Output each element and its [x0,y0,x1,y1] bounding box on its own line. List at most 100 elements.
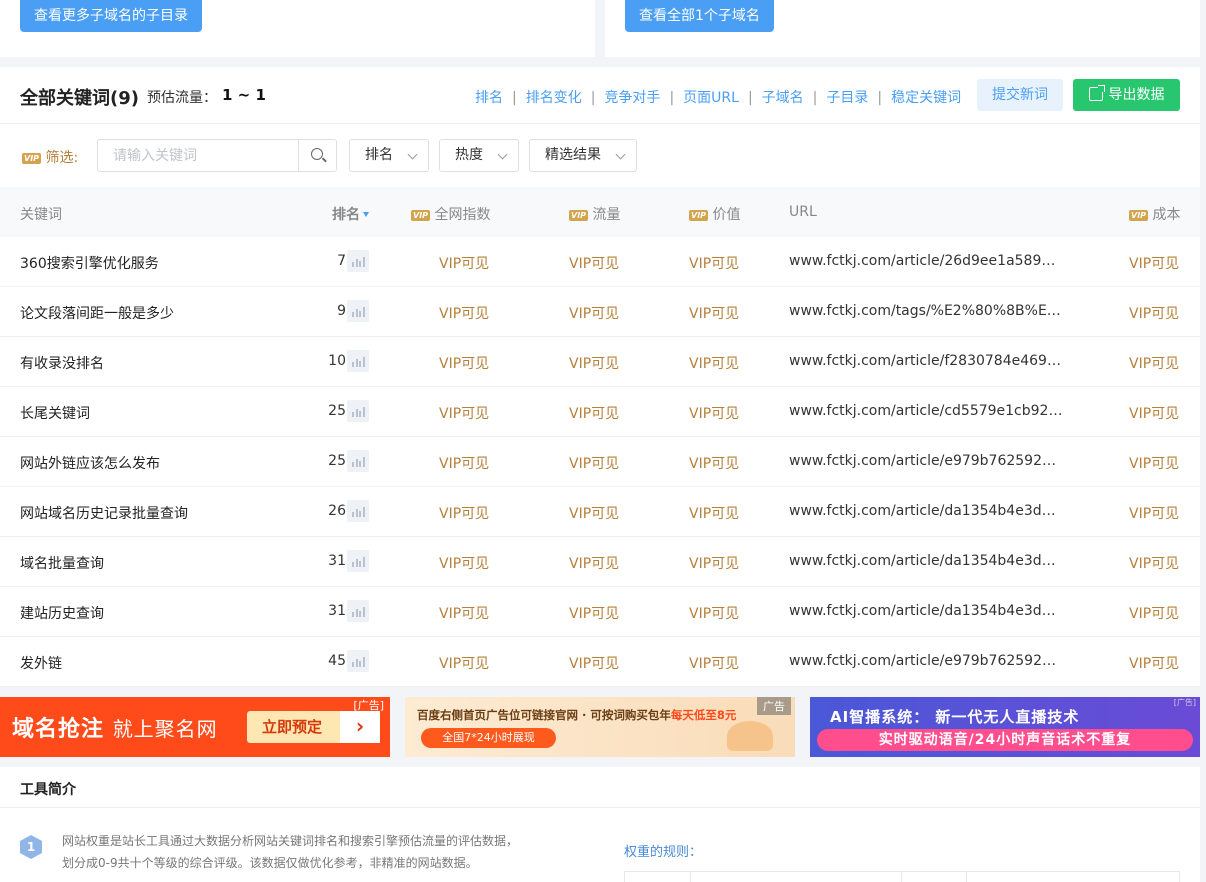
search-button[interactable] [298,140,336,171]
sort-link-page-url[interactable]: 页面URL [683,90,739,106]
url-cell[interactable]: www.fctkj.com/article/da1354b4e3da7... [789,553,1064,569]
sort-link-competitors[interactable]: 竞争对手 [604,90,660,106]
col-rank-label: 排名 [332,207,360,223]
intro-line-2: 划分成0-9共十个等级的综合评级。该数据仅做优化参考，非精准的网站数据。 [62,856,478,870]
keywords-table: 关键词 排名 VIP 全网指数 VIP 流量 VIP 价值 URL VIP 成本… [0,187,1200,687]
ad-pill: 实时驱动语音/24小时声音话术不重复 [817,729,1193,751]
heat-dropdown[interactable]: 热度 [439,139,519,172]
intro-header: 工具简介 [0,767,1200,808]
ad-cta-button[interactable]: 立即预定 [247,711,380,743]
rank-trend-chart-icon[interactable] [347,250,369,272]
url-cell[interactable]: www.fctkj.com/article/f2830784e4697... [789,353,1064,369]
sort-desc-icon [363,212,369,217]
sort-link-rank-change[interactable]: 排名变化 [526,90,582,106]
trend-bar [355,359,358,367]
url-cell[interactable]: www.fctkj.com/article/da1354b4e3da7... [789,603,1064,619]
keywords-header: 全部关键词(9) 预估流量： 1 ~ 1 排名 | 排名变化 | 竞争对手 | 页面URL |… [0,67,1200,124]
rank-trend-chart-icon[interactable] [347,350,369,372]
submit-new-keyword-button[interactable]: 提交新词 [977,79,1063,111]
col-keyword: 关键词 [20,207,62,223]
col-rank[interactable]: 排名 [332,204,369,224]
trend-bar [352,312,354,317]
view-more-subdirs-button[interactable]: 查看更多子域名的子目录 [20,0,202,32]
rank-trend-chart-icon[interactable] [347,400,369,422]
rank-trend-chart-icon[interactable] [347,500,369,522]
table-row: 域名批量查询 31 VIP可见 VIP可见 VIP可见 www.fctkj.com/art… [0,537,1200,587]
rank-cell: 9 [337,303,346,319]
sort-link-subdir[interactable]: 子目录 [826,90,868,106]
trend-bar [362,257,365,267]
sort-link-stable[interactable]: 稳定关键词 [891,90,961,106]
trend-bar [359,611,361,617]
url-cell[interactable]: www.fctkj.com/article/26d9ee1a58908... [789,253,1064,269]
trend-bar [352,612,354,617]
filter-row: VIP 筛选: 排名 热度 精选结果 [0,124,1200,187]
ad-baidu-position[interactable]: 百度右侧首页广告位可链接官网 · 可按词购买包年每天低至8元 全国7*24小时展… [405,697,795,757]
featured-dropdown[interactable]: 精选结果 [529,139,637,172]
export-data-button[interactable]: 导出数据 [1073,79,1180,111]
index-cell: VIP可见 [439,656,490,672]
url-cell[interactable]: www.fctkj.com/article/cd5579e1cb92b... [789,403,1064,419]
url-cell[interactable]: www.fctkj.com/article/e979b76259230... [789,453,1064,469]
chevron-down-icon [497,149,508,160]
vip-badge: VIP [689,210,709,221]
index-cell: VIP可见 [439,356,490,372]
ad-headline-a: 百度右侧首页广告位可链接官网 · 可按词购买包年 [417,708,671,722]
index-cell: VIP可见 [439,256,490,272]
rank-cell: 45 [328,653,346,669]
rank-trend-chart-icon[interactable] [347,450,369,472]
traffic-cell: VIP可见 [569,506,620,522]
separator: | [812,90,818,106]
ad-ai-live[interactable]: AI智播系统： 新一代无人直播技术 实时驱动语音/24小时声音话术不重复 [广告… [810,697,1200,757]
ad-tag: [广告] [1173,698,1196,707]
cost-cell: VIP可见 [1129,606,1180,622]
col-value: VIP 价值 [689,204,740,224]
search-box [97,139,337,172]
url-cell[interactable]: www.fctkj.com/tags/%E2%80%8B%E8... [789,303,1064,319]
sort-link-rank[interactable]: 排名 [475,90,503,106]
rank-cell: 25 [328,403,346,419]
traffic-cell: VIP可见 [569,606,620,622]
table-row: 有收录没排名 10 VIP可见 VIP可见 VIP可见 www.fctkj.com/art… [0,337,1200,387]
sort-link-subdomain[interactable]: 子域名 [762,90,804,106]
col-cost: VIP 成本 [1129,204,1180,224]
value-cell: VIP可见 [689,406,740,422]
rank-trend-chart-icon[interactable] [347,650,369,672]
rank-dropdown[interactable]: 排名 [349,139,429,172]
rules-col-divider [901,872,902,882]
trend-bar [352,262,354,267]
rules-table [624,871,1180,882]
ad-domain-snatch[interactable]: 域名抢注 就上聚名网 立即预定 [广告] [0,697,390,757]
keyword-search-input[interactable] [98,140,298,171]
cost-cell: VIP可见 [1129,656,1180,672]
rank-cell: 31 [328,553,346,569]
page-title: 全部关键词(9) [20,88,139,109]
chevron-down-icon [407,149,418,160]
view-all-subdomains-button[interactable]: 查看全部1个子域名 [625,0,774,32]
value-cell: VIP可见 [689,506,740,522]
trend-bar [362,507,365,517]
trend-bar [362,557,365,567]
cost-cell: VIP可见 [1129,456,1180,472]
url-cell[interactable]: www.fctkj.com/article/da1354b4e3da7... [789,503,1064,519]
col-index-label: 全网指数 [434,207,491,223]
col-value-label: 价值 [712,207,741,223]
rank-trend-chart-icon[interactable] [347,550,369,572]
subdir-card: 查看更多子域名的子目录 [0,0,595,57]
trend-bar [352,412,354,417]
trend-bar [355,559,358,567]
cost-cell: VIP可见 [1129,506,1180,522]
value-cell: VIP可见 [689,356,740,372]
filter-label: VIP 筛选: [22,147,78,167]
rank-cell: 25 [328,453,346,469]
url-cell[interactable]: www.fctkj.com/article/e979b76259230... [789,653,1064,669]
rank-trend-chart-icon[interactable] [347,600,369,622]
separator: | [512,90,517,106]
vip-badge: VIP [411,210,431,221]
rank-trend-chart-icon[interactable] [347,300,369,322]
value-cell: VIP可见 [689,256,740,272]
intro-title: 工具简介 [20,782,76,798]
rank-cell: 10 [328,353,346,369]
ad-headline-b: 每天低至8元 [670,708,737,722]
value-cell: VIP可见 [689,656,740,672]
